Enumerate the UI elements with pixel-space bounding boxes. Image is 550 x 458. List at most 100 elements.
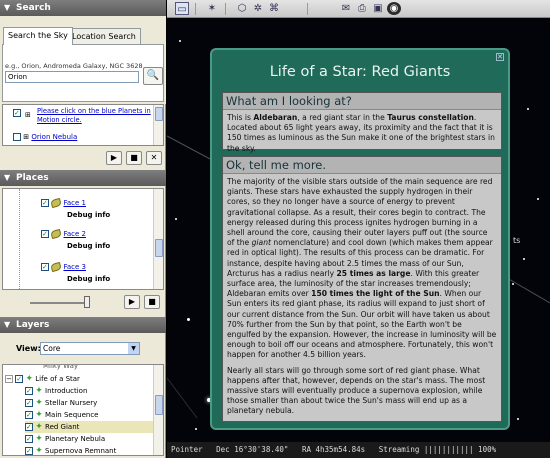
view-select[interactable]: Core ▼ bbox=[40, 342, 140, 355]
search-section: Search the Sky Location Search e.g., Ori… bbox=[0, 16, 166, 104]
view-select-value: Core bbox=[43, 344, 61, 353]
list-item[interactable]: ✦ Supernova Remnant bbox=[25, 445, 116, 455]
place-link[interactable]: Face 1 bbox=[63, 199, 86, 207]
tab-search-the-sky[interactable]: Search the Sky bbox=[3, 27, 73, 45]
place-checkbox[interactable] bbox=[41, 230, 49, 238]
overlay-tool-icon[interactable]: ⌘ bbox=[267, 2, 281, 15]
layer-checkbox[interactable] bbox=[15, 375, 24, 383]
results-controls: ▶ ■ ✕ bbox=[0, 148, 166, 168]
places-header[interactable]: ▼ Places bbox=[0, 170, 166, 186]
path-tool-icon[interactable]: ✲ bbox=[251, 2, 265, 15]
list-item-selected[interactable]: ✦ Red Giant bbox=[25, 421, 153, 433]
collapse-icon[interactable]: ▼ bbox=[4, 0, 10, 16]
place-sub: Debug info bbox=[67, 211, 111, 219]
ra-readout: RA 4h35m54.84s bbox=[301, 445, 366, 454]
close-icon[interactable]: ✕ bbox=[496, 53, 504, 61]
stop-icon: ■ bbox=[148, 297, 156, 306]
layer-label[interactable]: Life of a Star bbox=[35, 375, 80, 383]
result-checkbox[interactable] bbox=[13, 109, 21, 117]
streaming-status: Streaming ||||||||||| 100% bbox=[378, 445, 497, 454]
scrollbar[interactable] bbox=[153, 365, 163, 455]
stop-button[interactable]: ■ bbox=[126, 151, 142, 165]
layer-checkbox[interactable] bbox=[25, 387, 33, 395]
play-button[interactable]: ▶ bbox=[106, 151, 122, 165]
list-item[interactable]: ⊞ Orion Nebula bbox=[5, 131, 77, 143]
collapse-icon[interactable]: ▼ bbox=[4, 317, 10, 333]
view-label: View: bbox=[16, 344, 41, 353]
polygon-tool-icon[interactable]: ⬡ bbox=[235, 2, 249, 15]
search-input[interactable]: Orion bbox=[5, 71, 139, 83]
star-icon: ✦ bbox=[25, 374, 34, 384]
list-item[interactable]: ✦ Planetary Nebula bbox=[25, 433, 105, 445]
chevron-down-icon[interactable]: ▼ bbox=[128, 343, 139, 354]
placemark-icon bbox=[50, 197, 63, 209]
what-card: What am I looking at? This is Aldebaran,… bbox=[222, 92, 502, 153]
dialog-title: Life of a Star: Red Giants bbox=[269, 64, 451, 80]
layer-label[interactable]: Main Sequence bbox=[45, 411, 98, 419]
search-header[interactable]: ▼ Search bbox=[0, 0, 166, 16]
grid-icon: ⊞ bbox=[23, 133, 30, 141]
list-item[interactable]: − ✦ Life of a Star bbox=[5, 373, 80, 385]
stop-icon: ■ bbox=[130, 153, 138, 162]
layer-label[interactable]: Introduction bbox=[45, 387, 87, 395]
play-button[interactable]: ▶ bbox=[124, 295, 140, 309]
layers-header[interactable]: ▼ Layers bbox=[0, 317, 166, 333]
sky-mode-icon[interactable]: ◉ bbox=[387, 2, 401, 15]
sidebar-toggle-icon[interactable]: ▭ bbox=[175, 2, 189, 15]
scrollbar[interactable] bbox=[153, 105, 163, 145]
tab-location-search[interactable]: Location Search bbox=[67, 28, 141, 45]
play-icon: ▶ bbox=[128, 297, 136, 306]
layer-checkbox[interactable] bbox=[25, 399, 33, 407]
place-link[interactable]: Face 3 bbox=[63, 263, 86, 271]
tell-more-text-2: Nearly all stars will go through some so… bbox=[227, 365, 486, 416]
place-link[interactable]: Face 2 bbox=[63, 230, 86, 238]
print-icon[interactable]: ⎙ bbox=[355, 2, 369, 15]
search-button[interactable]: 🔍 bbox=[143, 67, 163, 85]
place-checkbox[interactable] bbox=[41, 199, 49, 207]
tour-slider-handle[interactable] bbox=[84, 296, 90, 308]
placemark-tool-icon[interactable]: ✶ bbox=[205, 2, 219, 15]
tell-more-heading: Ok, tell me more. bbox=[223, 157, 501, 174]
collapse-icon[interactable]: ▼ bbox=[4, 170, 10, 186]
image-icon[interactable]: ▣ bbox=[371, 2, 385, 15]
star-icon: ✦ bbox=[35, 434, 43, 444]
list-item[interactable]: ✦ Stellar Nursery bbox=[25, 397, 97, 409]
scrollbar[interactable] bbox=[153, 189, 163, 289]
list-item[interactable]: Face 2 bbox=[41, 228, 86, 240]
email-icon[interactable]: ✉ bbox=[339, 2, 353, 15]
result-link[interactable]: Please click on the blue Planets in Moti… bbox=[37, 107, 151, 125]
result-link[interactable]: Orion Nebula bbox=[31, 133, 77, 141]
layer-label[interactable]: Supernova Remnant bbox=[45, 447, 116, 455]
result-checkbox[interactable] bbox=[13, 133, 21, 141]
placemark-icon bbox=[50, 261, 63, 273]
close-button[interactable]: ✕ bbox=[146, 151, 162, 165]
place-sub: Debug info bbox=[67, 242, 111, 250]
play-icon: ▶ bbox=[110, 153, 118, 162]
list-item[interactable]: Milky Way bbox=[43, 365, 78, 372]
search-hint: e.g., Orion, Andromeda Galaxy, NGC 3628 bbox=[5, 62, 143, 70]
layer-checkbox[interactable] bbox=[25, 423, 33, 431]
list-item[interactable]: Face 3 bbox=[41, 261, 86, 273]
expand-toggle[interactable]: − bbox=[5, 375, 13, 383]
layer-checkbox[interactable] bbox=[25, 435, 33, 443]
search-icon: 🔍 bbox=[146, 70, 160, 81]
layer-label[interactable]: Planetary Nebula bbox=[45, 435, 105, 443]
star-icon: ✦ bbox=[35, 410, 43, 420]
layer-label[interactable]: Stellar Nursery bbox=[45, 399, 97, 407]
star-icon: ✦ bbox=[35, 386, 43, 396]
list-item[interactable]: ✦ Introduction bbox=[25, 385, 87, 397]
list-item[interactable]: ⊞ Please click on the blue Planets in Mo… bbox=[5, 107, 153, 127]
info-dialog: ✕ Life of a Star: Red Giants What am I l… bbox=[210, 48, 510, 430]
layer-checkbox[interactable] bbox=[25, 411, 33, 419]
list-item[interactable]: ✦ Main Sequence bbox=[25, 409, 98, 421]
layer-checkbox[interactable] bbox=[25, 447, 33, 455]
search-panel: e.g., Orion, Andromeda Galaxy, NGC 3628 … bbox=[2, 44, 164, 102]
list-item[interactable]: Face 1 bbox=[41, 197, 86, 209]
place-sub: Debug info bbox=[67, 275, 111, 283]
stop-button[interactable]: ■ bbox=[144, 295, 160, 309]
places-header-label: Places bbox=[16, 173, 49, 183]
star-icon: ✦ bbox=[35, 422, 43, 432]
place-checkbox[interactable] bbox=[41, 263, 49, 271]
sky-object-label: ts bbox=[513, 236, 521, 245]
layer-label[interactable]: Red Giant bbox=[45, 423, 79, 431]
